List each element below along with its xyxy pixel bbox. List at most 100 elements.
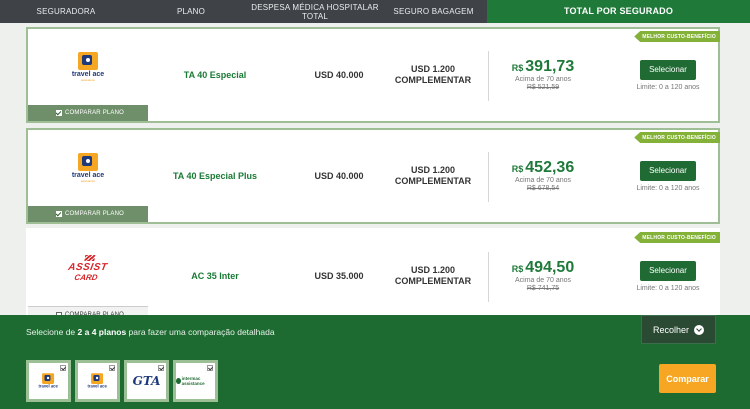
header-total: TOTAL POR SEGURADO <box>487 0 750 23</box>
plan-row: ASSIST CARD COMPARAR PLANO AC 35 Inter U… <box>26 228 720 324</box>
plan-name: TA 40 Especial <box>183 70 247 80</box>
travel-ace-logo: travel ace <box>39 373 58 389</box>
logo-subtext: assistance <box>80 78 96 82</box>
price-currency: R$ <box>511 164 524 174</box>
age-note: Acima de 70 anos <box>514 277 572 284</box>
msg-suffix: para fazer uma comparação detalhada <box>126 327 275 337</box>
divider <box>488 252 489 302</box>
age-note: Acima de 70 anos <box>514 177 572 184</box>
checkbox-checked-icon[interactable] <box>207 365 213 371</box>
travel-ace-logo: travel ace assistance <box>72 153 104 183</box>
price-value: 452,36 <box>525 159 575 176</box>
selected-plan-thumb[interactable]: GTA <box>124 360 169 402</box>
travel-ace-logo: travel ace assistance <box>72 52 104 82</box>
compare-label: COMPARAR PLANO <box>65 110 125 116</box>
best-value-badge: MELHOR CUSTO-BENEFÍCIO <box>634 232 720 243</box>
comparison-bar: Selecione de 2 a 4 planos para fazer uma… <box>0 315 750 409</box>
age-limit: Limite: 0 a 120 anos <box>636 284 700 292</box>
divider <box>488 152 489 202</box>
collapse-button[interactable]: Recolher <box>641 315 716 344</box>
assist-card-stripe-icon <box>84 254 96 261</box>
baggage-amount: USD 1.200 <box>410 265 456 275</box>
checkbox-checked-icon <box>56 110 62 116</box>
old-price: R$ 678,54 <box>526 185 560 192</box>
old-price: R$ 521,59 <box>526 84 560 91</box>
plan-name: AC 35 Inter <box>191 271 239 281</box>
price: R$ 452,36 <box>512 159 574 177</box>
compare-plan-checkbox[interactable]: COMPARAR PLANO <box>28 206 148 222</box>
select-block: Selecionar Limite: 0 a 120 anos <box>618 230 718 322</box>
select-button[interactable]: Selecionar <box>640 59 696 80</box>
selected-plan-thumb[interactable]: intermac assistance <box>173 360 218 402</box>
selected-plan-thumb[interactable]: travel ace <box>26 360 71 402</box>
price: R$ 494,50 <box>512 259 574 277</box>
select-button[interactable]: Selecionar <box>640 260 696 281</box>
intermac-mark-icon <box>176 378 181 384</box>
select-button[interactable]: Selecionar <box>640 160 696 181</box>
selected-plan-thumb[interactable]: travel ace <box>75 360 120 402</box>
chevron-down-circle-icon <box>694 324 705 335</box>
compare-plan-checkbox[interactable]: COMPARAR PLANO <box>28 105 148 121</box>
insurer-logo-cell: travel ace assistance <box>28 130 148 206</box>
checkbox-checked-icon[interactable] <box>158 365 164 371</box>
intermac-logo: intermac assistance <box>176 376 215 386</box>
old-price: R$ 741,75 <box>526 285 560 292</box>
price-currency: R$ <box>511 63 524 73</box>
plan-name: TA 40 Especial Plus <box>172 171 258 181</box>
checkbox-checked-icon <box>56 211 62 217</box>
compare-label: COMPARAR PLANO <box>65 211 125 217</box>
baggage-type: COMPLEMENTAR <box>394 276 472 286</box>
price-value: 391,73 <box>525 58 575 75</box>
checkbox-checked-icon[interactable] <box>60 365 66 371</box>
quote-comparison-page: SEGURADORA PLANO DESPESA MÉDICA HOSPITAL… <box>0 0 750 409</box>
age-note: Acima de 70 anos <box>514 76 572 83</box>
price-block: R$ 391,73 Acima de 70 anos R$ 521,59 <box>493 29 593 121</box>
age-limit: Limite: 0 a 120 anos <box>636 83 700 91</box>
comparison-instructions: Selecione de 2 a 4 planos para fazer uma… <box>26 327 275 337</box>
baggage-amount: USD 1.200 <box>410 165 456 175</box>
header-plano: PLANO <box>176 7 206 16</box>
best-value-badge: MELHOR CUSTO-BENEFÍCIO <box>634 31 720 42</box>
assist-card-logo: ASSIST CARD <box>66 254 110 282</box>
select-block: Selecionar Limite: 0 a 120 anos <box>618 29 718 121</box>
logo-text: travel ace <box>71 172 105 179</box>
logo-subtext: assistance <box>80 179 96 183</box>
price: R$ 391,73 <box>512 58 574 76</box>
baggage-coverage: USD 1.200 COMPLEMENTAR <box>378 130 488 222</box>
msg-prefix: Selecione de <box>26 327 78 337</box>
header-seguradora: SEGURADORA <box>36 7 96 16</box>
logo-text-line1: ASSIST <box>67 261 109 273</box>
plan-row: travel ace assistance COMPARAR PLANO TA … <box>26 128 720 224</box>
logo-text: travel ace <box>71 71 105 78</box>
selected-plans-thumbnails: travel ace travel ace GTA intermac assis… <box>26 360 218 402</box>
results-table-header: SEGURADORA PLANO DESPESA MÉDICA HOSPITAL… <box>0 0 750 23</box>
collapse-label: Recolher <box>652 324 690 335</box>
compare-button[interactable]: Comparar <box>659 364 716 393</box>
msg-bold: 2 a 4 planos <box>77 327 127 337</box>
age-limit: Limite: 0 a 120 anos <box>636 184 700 192</box>
price-block: R$ 452,36 Acima de 70 anos R$ 678,54 <box>493 130 593 222</box>
travel-ace-logo: travel ace <box>88 373 107 389</box>
insurer-logo-cell: travel ace assistance <box>28 29 148 105</box>
logo-text: travel ace <box>38 384 59 389</box>
baggage-coverage: USD 1.200 COMPLEMENTAR <box>378 29 488 121</box>
header-bagagem: SEGURO BAGAGEM <box>393 7 474 16</box>
logo-text: intermac assistance <box>181 376 205 386</box>
divider <box>488 51 489 101</box>
header-despesa: DESPESA MÉDICA HOSPITALAR TOTAL <box>251 2 379 21</box>
best-value-badge: MELHOR CUSTO-BENEFÍCIO <box>634 132 720 143</box>
baggage-type: COMPLEMENTAR <box>394 176 472 186</box>
baggage-type: COMPLEMENTAR <box>394 75 472 85</box>
price-currency: R$ <box>511 264 524 274</box>
baggage-coverage: USD 1.200 COMPLEMENTAR <box>378 230 488 322</box>
travel-ace-mark-icon <box>91 373 104 384</box>
baggage-amount: USD 1.200 <box>410 64 456 74</box>
logo-text-line2: CARD <box>74 272 99 282</box>
plan-row: travel ace assistance COMPARAR PLANO TA … <box>26 27 720 123</box>
insurer-logo-cell: ASSIST CARD <box>28 230 148 306</box>
select-block: Selecionar Limite: 0 a 120 anos <box>618 130 718 222</box>
checkbox-checked-icon[interactable] <box>109 365 115 371</box>
travel-ace-mark-icon <box>78 52 98 70</box>
travel-ace-mark-icon <box>42 373 55 384</box>
price-value: 494,50 <box>525 259 575 276</box>
